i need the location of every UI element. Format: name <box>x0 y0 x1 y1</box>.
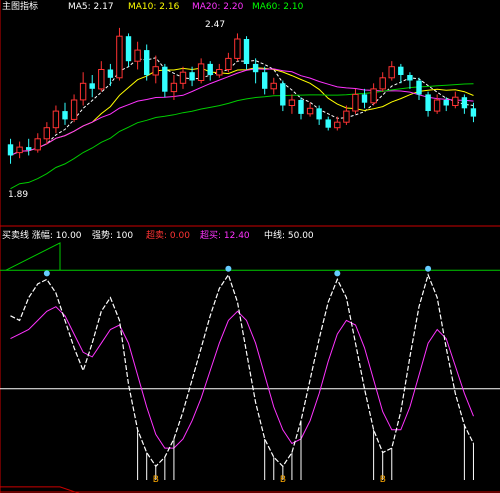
ma5-line <box>10 57 474 156</box>
candle-body <box>461 97 468 109</box>
candle-body <box>361 94 368 103</box>
candle-body <box>52 110 60 129</box>
candle-body <box>43 127 50 140</box>
candle-body <box>270 82 277 90</box>
candle-body <box>162 66 168 92</box>
candle-body <box>425 94 431 111</box>
candle-body <box>262 72 268 89</box>
candle-body <box>7 144 14 156</box>
candle-body <box>343 110 350 123</box>
fast-line <box>10 272 475 468</box>
candle-body <box>197 63 205 82</box>
price-low-label: 1.89 <box>8 190 29 200</box>
indicator-label-4: 超买: 12.40 <box>200 231 250 241</box>
candle-body <box>134 49 141 62</box>
strength-step <box>5 242 61 271</box>
top-title: 主图指标 <box>2 2 39 12</box>
candle-body <box>152 66 159 76</box>
candle-body <box>16 146 23 154</box>
candle-body <box>298 100 304 114</box>
candle-body <box>325 119 331 128</box>
candle-body <box>334 121 341 129</box>
ma20-label: MA20: 2.20 <box>192 2 244 12</box>
ma60-label: MA60: 2.10 <box>252 2 304 12</box>
indicator-label-3: 超卖: 0.00 <box>146 231 190 241</box>
candle-body <box>107 69 114 78</box>
candle-body <box>79 82 87 101</box>
candle-body <box>370 88 377 104</box>
candle-body <box>379 77 386 90</box>
candle-body <box>388 66 395 79</box>
indicator-label-5: 中线: 50.00 <box>264 231 314 241</box>
buy-marker: B <box>153 475 159 485</box>
buy-marker: B <box>280 475 286 485</box>
candle-body <box>116 35 123 79</box>
candle-body <box>125 36 132 62</box>
chart-svg: BBB <box>0 0 500 493</box>
sell-marker <box>334 270 341 277</box>
candle-body <box>280 83 286 106</box>
candle-body <box>243 39 250 64</box>
candle-body <box>216 69 223 76</box>
price-high-label: 2.47 <box>205 20 226 30</box>
indicator-label-1: 买卖线 涨幅: 10.00 <box>2 231 82 241</box>
candle-body <box>170 82 178 93</box>
ma10-label: MA10: 2.16 <box>128 2 180 12</box>
candle-body <box>70 99 78 120</box>
candle-body <box>407 75 413 81</box>
candle-body <box>234 38 241 59</box>
candle-body <box>26 147 32 150</box>
candle-body <box>433 99 441 112</box>
candle-body <box>452 96 459 106</box>
candle-body <box>179 71 187 84</box>
candle-body <box>352 93 359 112</box>
ma20-line <box>10 68 474 156</box>
candle-body <box>252 63 259 73</box>
candle-body <box>34 138 41 151</box>
candle-body <box>398 66 404 75</box>
chart-stage: B B B 主图指标 MA5: 2.17 MA10: 2.16 MA20: 2.20… <box>0 0 500 493</box>
candle-body <box>316 108 322 120</box>
candle-body <box>98 69 105 90</box>
candle-body <box>470 108 477 117</box>
sell-marker <box>225 265 232 272</box>
candle-body <box>207 63 213 75</box>
sell-marker <box>425 265 432 272</box>
buy-marker: B <box>380 475 386 485</box>
candle-body <box>144 50 150 76</box>
sell-marker <box>43 270 50 277</box>
candle-body <box>189 72 195 81</box>
ma5-label: MA5: 2.17 <box>68 2 114 12</box>
candle-body <box>62 111 68 120</box>
candle-body <box>416 80 422 95</box>
indicator-label-2: 强势: 100 <box>92 231 134 241</box>
candle-body <box>306 107 314 115</box>
candle-body <box>288 99 296 106</box>
candle-body <box>89 83 95 89</box>
candle-body <box>443 100 449 106</box>
candle-body <box>225 57 232 71</box>
